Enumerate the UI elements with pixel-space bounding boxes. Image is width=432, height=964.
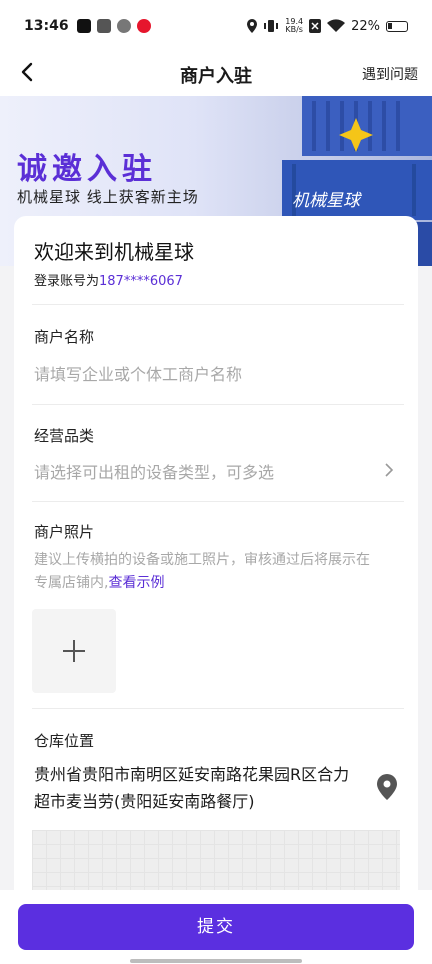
- vibrate-icon: [264, 20, 279, 32]
- tiktok-icon: [76, 19, 91, 33]
- notification-icons: [76, 19, 151, 33]
- banner-title: 诚邀入驻: [17, 152, 157, 187]
- warehouse-label: 仓库位置: [34, 732, 95, 750]
- merchant-name-label: 商户名称: [34, 328, 95, 346]
- photo-upload-button[interactable]: [32, 609, 116, 693]
- divider: [32, 304, 404, 305]
- no-sim-icon: [309, 19, 322, 33]
- location-status-icon: [247, 19, 258, 33]
- network-speed: 19.4 KB/s: [285, 18, 303, 34]
- bottom-bar: 提交: [0, 890, 432, 964]
- merchant-name-input[interactable]: 请填写企业或个体工商户名称: [34, 361, 242, 385]
- photo-hint: 建议上传横拍的设备或施工照片，审核通过后将展示在专属店铺内,查看示例: [34, 549, 374, 595]
- view-example-link[interactable]: 查看示例: [108, 575, 164, 591]
- container-logo-text: 机械星球: [292, 191, 363, 211]
- photo-label: 商户照片: [34, 523, 95, 541]
- account-prefix: 登录账号为: [34, 274, 100, 289]
- status-bar: 13:46 19.4 KB/s 22%: [0, 0, 432, 52]
- help-link[interactable]: 遇到问题: [362, 64, 418, 84]
- status-time: 13:46: [24, 18, 69, 34]
- divider: [32, 501, 404, 502]
- plus-icon-vertical: [73, 640, 75, 662]
- status-right: 19.4 KB/s 22%: [247, 18, 408, 34]
- category-label: 经营品类: [34, 427, 95, 445]
- account-info: 登录账号为187****6067: [34, 270, 183, 289]
- account-phone: 187****6067: [99, 274, 183, 289]
- battery-percent: 22%: [351, 18, 380, 34]
- photo-hint-text: 建议上传横拍的设备或施工照片，审核通过后将展示在专属店铺内,: [34, 552, 370, 591]
- location-pin-icon[interactable]: [376, 774, 398, 800]
- battery-icon: [386, 20, 408, 32]
- divider: [32, 708, 404, 709]
- wifi-icon: [327, 19, 346, 32]
- divider: [32, 404, 404, 405]
- banner-subtitle: 机械星球 线上获客新主场: [17, 188, 199, 206]
- chevron-right-icon[interactable]: [382, 463, 396, 477]
- weibo-icon: [136, 19, 151, 33]
- message-icon: [96, 19, 111, 33]
- merchant-onboarding-page: 13:46 19.4 KB/s 22% 商户入驻 遇到问题 诚邀入驻 机械星球 线…: [0, 0, 432, 964]
- speed-unit: KB/s: [285, 25, 303, 34]
- link-icon: [116, 19, 131, 33]
- warehouse-address[interactable]: 贵州省贵阳市南明区延安南路花果园R区合力超市麦当劳(贵阳延安南路餐厅): [34, 761, 354, 815]
- welcome-title: 欢迎来到机械星球: [34, 240, 194, 264]
- category-select[interactable]: 请选择可出租的设备类型，可多选: [34, 459, 274, 483]
- home-indicator[interactable]: [130, 959, 302, 963]
- submit-button[interactable]: 提交: [18, 904, 414, 950]
- nav-header: 商户入驻 遇到问题: [0, 52, 432, 96]
- form-card: 欢迎来到机械星球 登录账号为187****6067 商户名称 请填写企业或个体工…: [14, 216, 418, 920]
